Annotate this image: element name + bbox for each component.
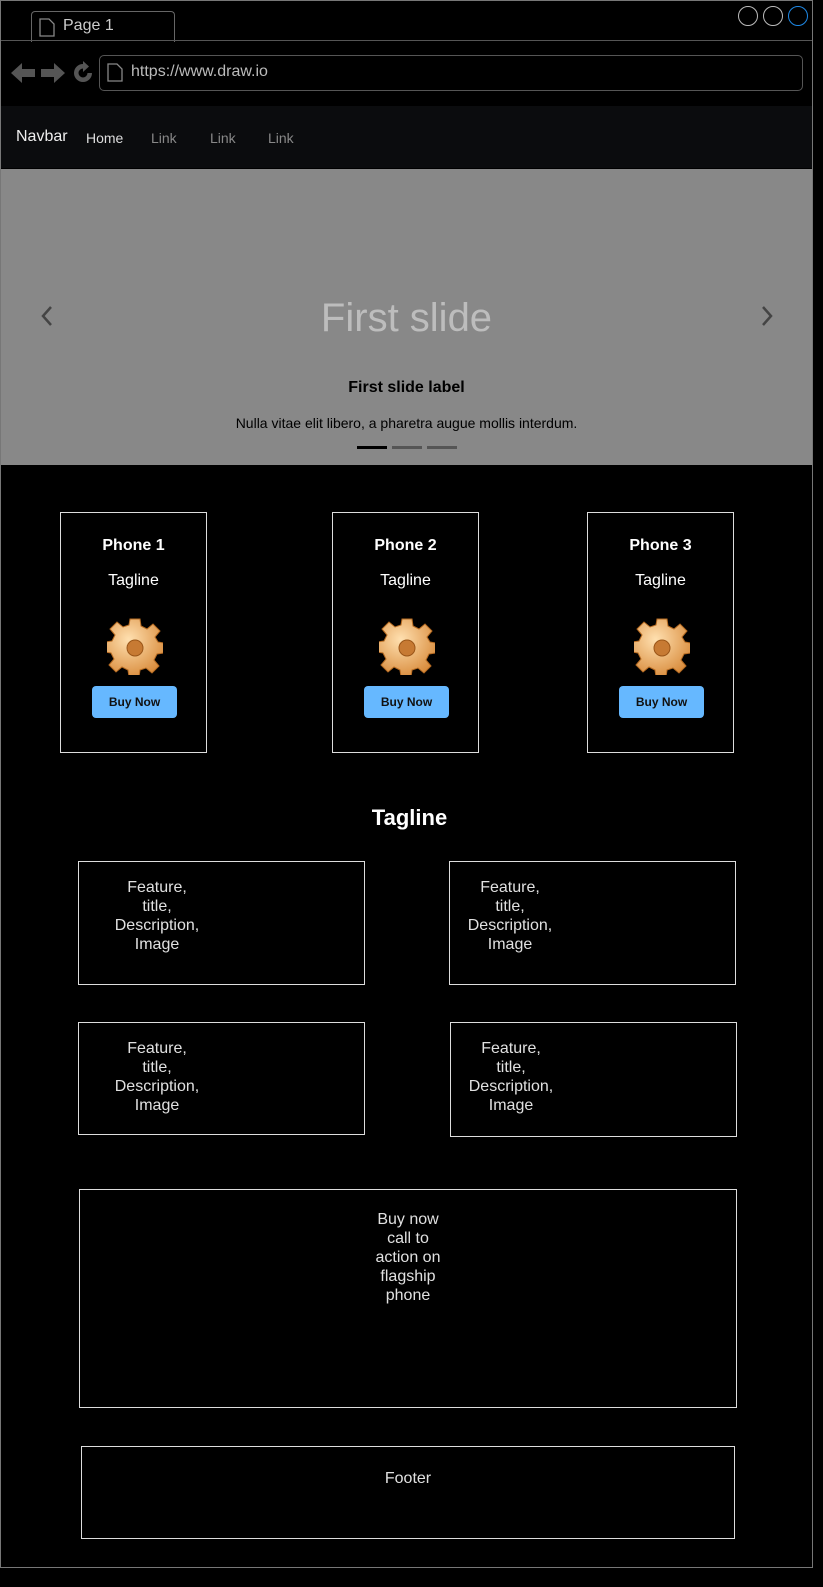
cta-line: phone [385, 1287, 431, 1304]
feature-line: title, [142, 898, 172, 915]
buy-now-button[interactable]: Buy Now [364, 686, 449, 718]
carousel-indicator-1[interactable] [357, 446, 387, 449]
buy-now-button[interactable]: Buy Now [619, 686, 704, 718]
cta-box: Buy now call to action on flagship phone [79, 1189, 737, 1408]
minimize-button[interactable] [738, 6, 758, 26]
feature-line: Feature, [127, 879, 187, 896]
cta-line: flagship [380, 1268, 436, 1285]
phone-card-1: Phone 1 Tagline Buy Now [60, 512, 207, 753]
nav-link-2[interactable]: Link [210, 130, 236, 146]
gear-icon [634, 618, 690, 675]
feature-line: Feature, [481, 1040, 541, 1057]
browser-tab[interactable]: Page 1 [31, 11, 175, 42]
cta-line: call to [387, 1230, 429, 1247]
footer-text: Footer [384, 1470, 432, 1487]
reload-icon[interactable] [71, 61, 95, 85]
feature-line: Image [134, 1097, 180, 1114]
nav-link-home[interactable]: Home [86, 130, 123, 146]
section-tagline: Tagline [371, 805, 448, 830]
address-bar[interactable]: https://www.draw.io [99, 55, 803, 91]
feature-box-2: Feature, title, Description, Image [449, 861, 736, 985]
maximize-button[interactable] [763, 6, 783, 26]
slide-label: First slide label [348, 379, 465, 396]
slide-title: First slide [320, 296, 493, 340]
feature-line: Feature, [127, 1040, 187, 1057]
close-button[interactable] [788, 6, 808, 26]
url-text: https://www.draw.io [131, 63, 268, 80]
cta-text: Buy now call to action on flagship phone [80, 1210, 736, 1305]
feature-text: Feature, title, Description, Image [451, 1039, 571, 1115]
phone-tagline: Tagline [635, 572, 686, 589]
forward-arrow-icon[interactable] [41, 61, 65, 85]
feature-line: Image [487, 936, 533, 953]
browser-window: Page 1 https://www.draw.io Navbar Home L… [0, 0, 813, 1568]
phone-title: Phone 1 [102, 537, 165, 554]
feature-line: Feature, [480, 879, 540, 896]
tab-label: Page 1 [63, 17, 114, 34]
cta-line: action on [375, 1249, 441, 1266]
feature-line: Description, [468, 1078, 554, 1095]
carousel-indicator-3[interactable] [427, 446, 457, 449]
feature-line: Description, [114, 1078, 200, 1095]
navbar-brand[interactable]: Navbar [16, 128, 68, 146]
feature-text: Feature, title, Description, Image [97, 1039, 217, 1115]
phone-title: Phone 3 [629, 537, 692, 554]
page-icon [107, 63, 123, 82]
feature-line: Image [134, 936, 180, 953]
gear-icon [379, 618, 435, 675]
navbar: Navbar Home Link Link Link [1, 106, 812, 168]
chrome-divider [1, 40, 812, 41]
feature-text: Feature, title, Description, Image [97, 878, 217, 954]
feature-line: Description, [114, 917, 200, 934]
buy-now-button[interactable]: Buy Now [92, 686, 177, 718]
nav-link-3[interactable]: Link [268, 130, 294, 146]
feature-line: Image [488, 1097, 534, 1114]
cta-line: Buy now [377, 1211, 439, 1228]
phone-title: Phone 2 [374, 537, 437, 554]
feature-box-1: Feature, title, Description, Image [78, 861, 365, 985]
footer: Footer [81, 1446, 735, 1539]
gear-icon [107, 618, 163, 675]
feature-box-4: Feature, title, Description, Image [450, 1022, 737, 1137]
nav-link-1[interactable]: Link [151, 130, 177, 146]
back-arrow-icon[interactable] [11, 61, 35, 85]
feature-line: title, [142, 1059, 172, 1076]
feature-line: title, [496, 1059, 526, 1076]
feature-text: Feature, title, Description, Image [450, 878, 570, 954]
carousel: First slide First slide label Nulla vita… [1, 169, 812, 465]
slide-description: Nulla vitae elit libero, a pharetra augu… [235, 415, 578, 431]
carousel-indicator-2[interactable] [392, 446, 422, 449]
phone-card-2: Phone 2 Tagline Buy Now [332, 512, 479, 753]
phone-card-3: Phone 3 Tagline Buy Now [587, 512, 734, 753]
page-icon [39, 18, 55, 37]
feature-box-3: Feature, title, Description, Image [78, 1022, 365, 1135]
phone-tagline: Tagline [380, 572, 431, 589]
phone-tagline: Tagline [108, 572, 159, 589]
feature-line: title, [495, 898, 525, 915]
feature-line: Description, [467, 917, 553, 934]
